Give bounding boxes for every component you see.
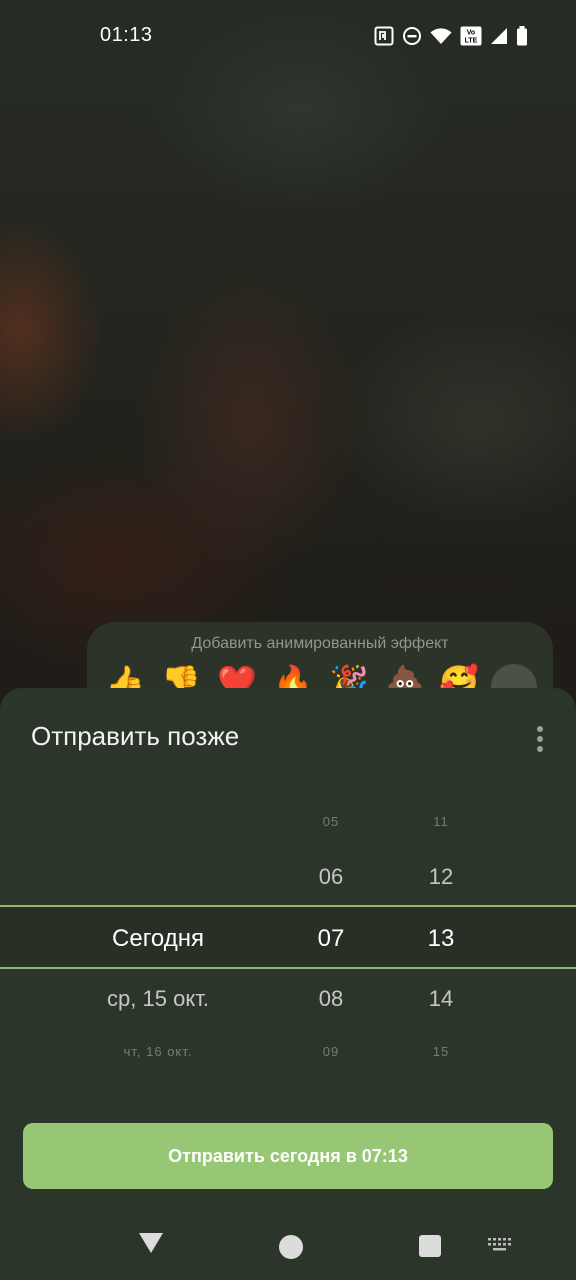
keyboard-icon[interactable] bbox=[488, 1238, 512, 1254]
day-option-selected[interactable]: Сегодня bbox=[112, 925, 204, 953]
picker-selection-band bbox=[0, 907, 576, 967]
svg-text:Vo: Vo bbox=[467, 30, 475, 37]
status-time: 01:13 bbox=[100, 24, 153, 46]
status-bar: 01:13 Vo LTE bbox=[0, 0, 576, 72]
more-options-icon[interactable] bbox=[528, 724, 552, 754]
volte-icon: Vo LTE bbox=[460, 26, 482, 46]
minute-option[interactable]: 14 bbox=[429, 986, 453, 1012]
date-time-picker[interactable]: Сегодня ср, 15 окт. чт, 16 окт. 05 06 07… bbox=[0, 798, 576, 1078]
animated-effect-label: Добавить анимированный эффект bbox=[191, 635, 449, 652]
home-icon[interactable] bbox=[279, 1235, 303, 1259]
schedule-sheet: Отправить позже Сегодня ср, 15 окт. чт, … bbox=[0, 688, 576, 1280]
picker-selection-top-line bbox=[0, 905, 576, 907]
minute-option[interactable]: 12 bbox=[429, 864, 453, 890]
sheet-title: Отправить позже bbox=[31, 721, 240, 751]
svg-text:LTE: LTE bbox=[465, 38, 478, 45]
hour-option[interactable]: 09 bbox=[323, 1044, 339, 1059]
day-option[interactable]: ср, 15 окт. bbox=[107, 986, 209, 1012]
do-not-disturb-icon bbox=[403, 27, 421, 45]
hour-option[interactable]: 06 bbox=[319, 864, 343, 890]
hour-option[interactable]: 05 bbox=[323, 814, 339, 829]
minute-option-selected[interactable]: 13 bbox=[428, 925, 455, 953]
hour-option-selected[interactable]: 07 bbox=[318, 925, 345, 953]
navigation-bar bbox=[0, 1210, 576, 1280]
minute-option[interactable]: 11 bbox=[433, 814, 449, 829]
minute-option[interactable]: 15 bbox=[433, 1044, 449, 1059]
wifi-icon bbox=[430, 28, 452, 44]
day-option[interactable]: чт, 16 окт. bbox=[124, 1044, 193, 1059]
status-icons: Vo LTE bbox=[374, 24, 528, 48]
nfc-icon bbox=[374, 26, 394, 46]
picker-selection-bottom-line bbox=[0, 967, 576, 969]
back-icon[interactable] bbox=[139, 1233, 163, 1253]
signal-icon bbox=[491, 28, 507, 44]
recents-icon[interactable] bbox=[419, 1235, 441, 1257]
send-scheduled-button[interactable]: Отправить сегодня в 07:13 bbox=[23, 1123, 553, 1189]
hour-option[interactable]: 08 bbox=[319, 986, 343, 1012]
battery-icon bbox=[517, 26, 527, 46]
